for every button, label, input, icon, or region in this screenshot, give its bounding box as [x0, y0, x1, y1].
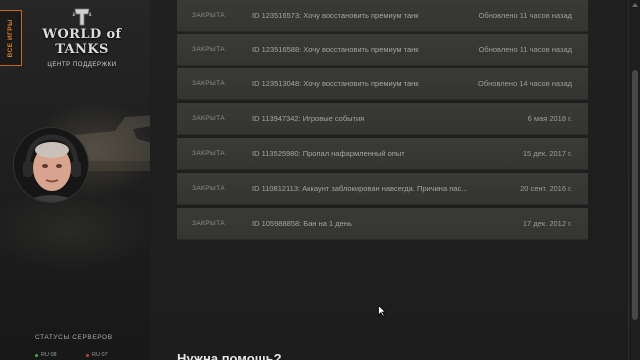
logo-wordmark: WORLD of TANKS — [42, 27, 122, 57]
ticket-status: ЗАКРЫТА — [192, 150, 226, 157]
ticket-row[interactable]: ЗАКРЫТА ID 113525980: Пропал нафармленны… — [177, 138, 588, 170]
ticket-title: ID 123516573: Хочу восстановить премиум … — [252, 11, 419, 20]
ticket-date: Обновлено 11 часов назад — [478, 11, 572, 20]
ticket-title: ID 123513048: Хочу восстановить премиум … — [252, 79, 419, 88]
mouse-cursor-icon — [378, 305, 386, 317]
scrollbar-thumb[interactable] — [632, 70, 638, 320]
world-of-tanks-logo[interactable]: WORLD of TANKS ЦЕНТР ПОДДЕРЖКИ — [32, 8, 132, 68]
server-name: RU 08 — [41, 352, 57, 358]
offline-status-icon — [86, 353, 89, 357]
ticket-title: ID 123516588: Хочу восстановить премиум … — [252, 45, 419, 54]
ticket-row[interactable]: ЗАКРЫТА ID 110812113: Аккаунт заблокиров… — [177, 173, 588, 205]
server-status-item[interactable]: RU 08 — [35, 352, 57, 358]
ticket-row[interactable]: ЗАКРЫТА ID 105988858: Бан на 1 день 17 д… — [177, 208, 588, 240]
server-status-item[interactable]: RU 07 — [86, 352, 108, 358]
ticket-date: Обновлено 11 часов назад — [478, 45, 572, 54]
ticket-status: ЗАКРЫТА — [192, 46, 226, 53]
online-status-icon — [35, 353, 38, 357]
ticket-status: ЗАКРЫТА — [192, 115, 226, 122]
ticket-status: ЗАКРЫТА — [192, 80, 226, 87]
ticket-title: ID 113525980: Пропал нафармленный опыт — [252, 149, 405, 158]
ticket-date: 15 дек. 2017 г. — [522, 149, 572, 158]
tank-emblem-icon — [72, 8, 92, 26]
all-games-tab-label: ВСЕ ИГРЫ — [7, 18, 14, 58]
ticket-date: 17 дек. 2012 г. — [522, 219, 572, 228]
need-help-heading: Нужна помощь? — [177, 351, 282, 360]
main-content: ЗАКРЫТА ID 123516573: Хочу восстановить … — [150, 0, 628, 360]
ticket-status: ЗАКРЫТА — [192, 12, 226, 19]
server-name: RU 07 — [92, 352, 108, 358]
ticket-date: 20 сент. 2016 г. — [520, 184, 572, 193]
page-scrollbar[interactable] — [628, 0, 640, 360]
ticket-status: ЗАКРЫТА — [192, 185, 226, 192]
ticket-title: ID 113947342: Игровые события — [252, 114, 365, 123]
person-with-headset-image — [14, 128, 88, 202]
all-games-tab[interactable]: ВСЕ ИГРЫ — [0, 10, 22, 66]
ticket-date: Обновлено 14 часов назад — [478, 79, 572, 88]
ticket-row[interactable]: ЗАКРЫТА ID 123516588: Хочу восстановить … — [177, 34, 588, 66]
support-center-label: ЦЕНТР ПОДДЕРЖКИ — [47, 62, 117, 68]
sidebar: ВСЕ ИГРЫ WORLD of TANKS ЦЕНТР ПОДДЕРЖКИ … — [0, 0, 150, 360]
ticket-row[interactable]: ЗАКРЫТА ID 123513048: Хочу восстановить … — [177, 68, 588, 100]
server-status-heading: СТАТУСЫ СЕРВЕРОВ — [35, 334, 113, 341]
ticket-row[interactable]: ЗАКРЫТА ID 123516573: Хочу восстановить … — [177, 0, 588, 32]
ticket-status: ЗАКРЫТА — [192, 220, 226, 227]
ticket-row[interactable]: ЗАКРЫТА ID 113947342: Игровые события 6 … — [177, 103, 588, 135]
ticket-date: 6 мая 2018 г. — [527, 114, 572, 123]
ticket-title: ID 110812113: Аккаунт заблокирован навсе… — [252, 184, 468, 193]
ticket-title: ID 105988858: Бан на 1 день — [252, 219, 352, 228]
scroll-up-arrow-icon[interactable] — [632, 3, 638, 7]
streamer-webcam-avatar — [14, 128, 88, 202]
